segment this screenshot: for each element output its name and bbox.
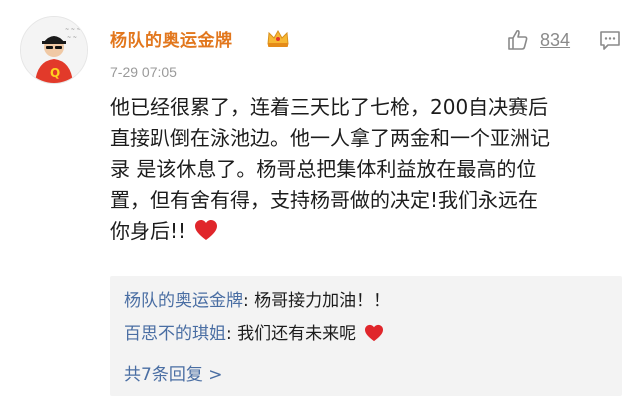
comment-body: 他已经很累了，连着三天比了七枪，200自决赛后 直接趴倒在泳池边。他一人拿了两金… (110, 92, 620, 247)
comment-body-line: 直接趴倒在泳池边。他一人拿了两金和一个亚洲记 (110, 126, 550, 150)
comment-body-line: 置，但有舍有得，支持杨哥做的决定!我们永远在 (110, 188, 539, 212)
comment-icon[interactable] (598, 28, 622, 52)
red-heart-icon (364, 324, 383, 342)
reply-text: : 我们还有未来呢 (226, 324, 357, 344)
comment-body-line: 录 是该休息了。杨哥总把集体利益放在最高的位 (110, 157, 537, 181)
reply-author[interactable]: 百思不的琪姐 (124, 324, 226, 344)
svg-text:~ ~: ~ ~ (67, 35, 77, 41)
red-heart-icon (195, 220, 218, 240)
avatar[interactable]: ~ ~ ~ ~ ~ Q (20, 16, 88, 84)
crown-badge-icon (267, 29, 289, 47)
comment-body-line-last: 你身后!! (110, 216, 620, 247)
reply-text: : 杨哥接力加油！！ (243, 291, 391, 311)
reply-author[interactable]: 杨队的奥运金牌 (124, 291, 243, 311)
thumbs-up-icon (508, 29, 528, 50)
reply-item: 百思不的琪姐: 我们还有未来呢 (124, 319, 384, 344)
like-count: 834 (540, 29, 571, 50)
svg-text:~ ~ ~: ~ ~ ~ (65, 27, 81, 33)
reply-item: 杨队的奥运金牌: 杨哥接力加油！！ (124, 286, 390, 311)
comment-timestamp: 7-29 07:05 (110, 64, 177, 80)
replies-panel: 杨队的奥运金牌: 杨哥接力加油！！ 百思不的琪姐: 我们还有未来呢 共7条回复 … (110, 276, 622, 396)
like-button[interactable]: 834 (506, 26, 570, 54)
svg-text:Q: Q (50, 66, 60, 80)
more-replies-link[interactable]: 共7条回复 > (124, 360, 222, 385)
comment-author[interactable]: 杨队的奥运金牌 (110, 26, 233, 51)
comment-body-line: 他已经很累了，连着三天比了七枪，200自决赛后 (110, 95, 549, 119)
comment-body-line: 你身后!! (110, 219, 187, 243)
